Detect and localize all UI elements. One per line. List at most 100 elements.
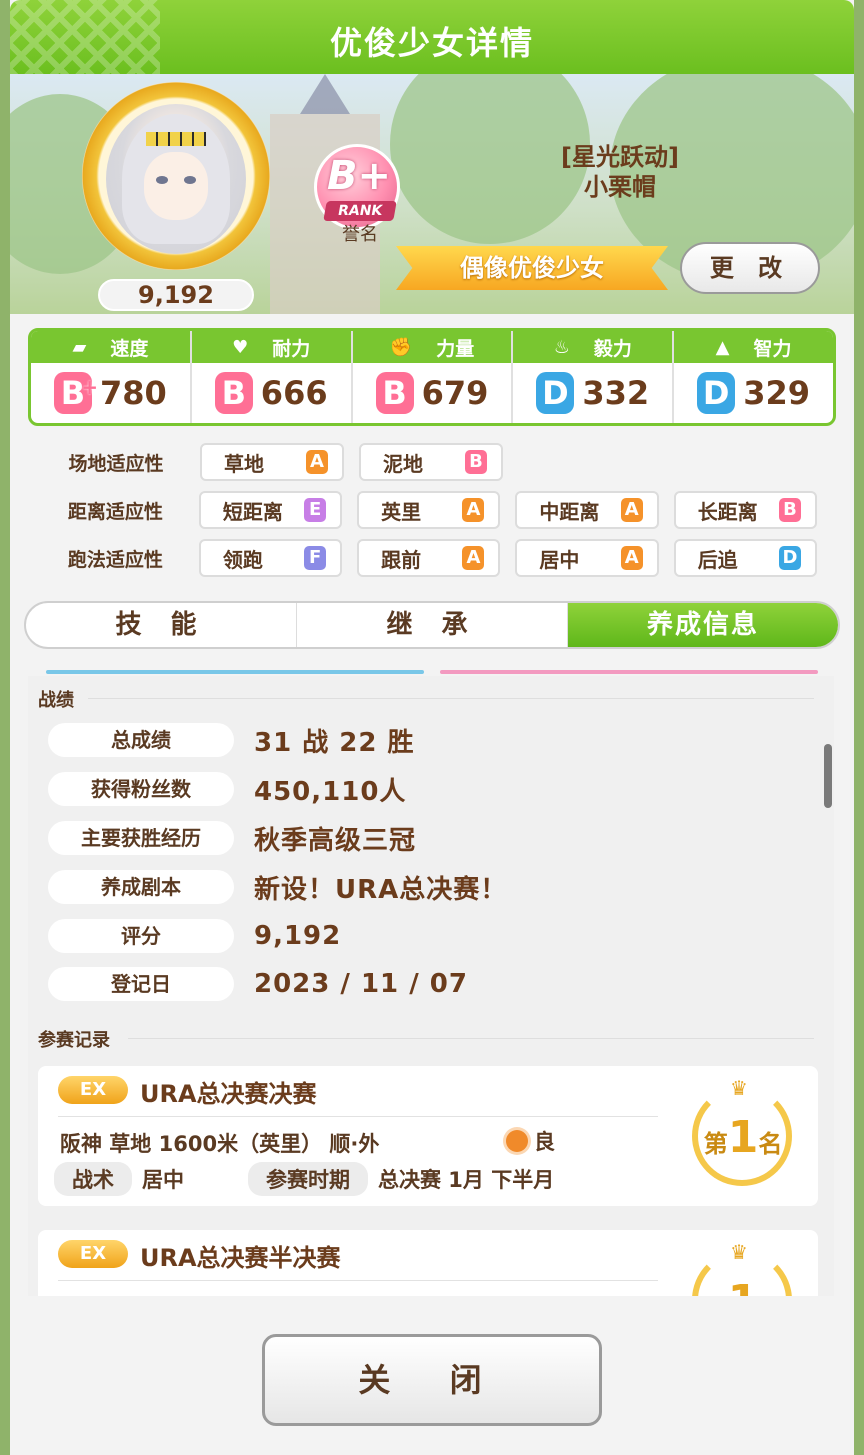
record-key: 主要获胜经历 (48, 821, 234, 855)
stat-guts: ♨ 毅力 D 332 (513, 331, 675, 423)
close-button[interactable]: 关 闭 (262, 1334, 602, 1426)
period-label: 参赛时期 (248, 1162, 368, 1196)
aptitude-grade: E (304, 498, 327, 522)
profile-banner: 9,192 B+ RANK 誉名 [星光跃动] 小栗帽 偶像优俊少女 更 改 (10, 74, 854, 314)
race-name: URA总决赛半决赛 (140, 1244, 341, 1272)
eye-left (156, 176, 168, 184)
record-row: 登记日 2023 / 11 / 07 (48, 966, 808, 1002)
training-info-content[interactable]: 战绩 总成绩 31 战 22 胜 获得粉丝数 450,110人 主要获胜经历 秋季高级… (28, 676, 834, 1296)
rank-caption: 誉名 (342, 224, 378, 245)
shoe-icon: ▰ (72, 336, 87, 358)
stat-value: 666 (260, 374, 328, 412)
tab-inheritance[interactable]: 继 承 (297, 603, 568, 647)
detail-panel: 优俊少女详情 9,192 B+ RANK 誉名 [星光跃动] 小栗帽 偶像优俊少… (10, 0, 854, 1455)
record-value: 新设！URA总决赛！ (254, 874, 508, 905)
tactic-label: 战术 (54, 1162, 132, 1196)
stat-body: B 679 (353, 363, 512, 423)
aptitude-label: 距离适应性 (67, 500, 163, 523)
record-value: 31 战 22 胜 (254, 727, 415, 758)
stat-header: ▲ 智力 (674, 331, 833, 363)
aptitude-cell: 长距离 B (673, 491, 817, 529)
stat-header: ♥ 耐力 (191, 331, 351, 363)
section-divider (88, 698, 814, 699)
record-key: 养成剧本 (48, 870, 234, 904)
stat-label: 毅力 (593, 337, 632, 360)
title-ribbon: 偶像优俊少女 (396, 246, 668, 290)
stat-label: 速度 (110, 337, 149, 360)
rank-badge: B+ RANK (314, 144, 400, 230)
tab-bar: 技 能 继 承 养成信息 (24, 601, 840, 649)
stat-body: B +780 (31, 363, 190, 423)
aptitude-cell: 后追 D (673, 539, 817, 577)
aptitude-label: 跑法适应性 (67, 548, 163, 571)
aptitude-row-style: 跑法适应性 领跑 F 跟前 A 居中 A 后追 D (32, 538, 832, 578)
aptitude-cell: 草地 A (200, 443, 344, 481)
ex-badge: EX (58, 1240, 128, 1268)
tab-skills[interactable]: 技 能 (26, 603, 297, 647)
record-row: 主要获胜经历 秋季高级三冠 (48, 820, 808, 856)
record-value: 450,110人 (254, 776, 407, 807)
record-key: 评分 (48, 919, 234, 953)
scrollbar[interactable] (824, 744, 832, 808)
aptitude-label: 场地适应性 (68, 452, 164, 475)
portrait-art (106, 104, 246, 254)
stat-body: D 332 (513, 363, 672, 423)
aptitude-cell: 中距离 A (515, 491, 659, 529)
placement-text: 第1名 (703, 1112, 783, 1163)
stat-grade: D (697, 372, 736, 414)
stat-wisdom: ▲ 智力 D 329 (674, 331, 833, 423)
record-key: 登记日 (48, 967, 234, 1001)
aptitude-row-track: 场地适应性 草地 A 泥地 B (32, 442, 832, 482)
stat-value: 329 (743, 374, 810, 412)
stat-value: 332 (582, 374, 650, 412)
stats-panel: ▰ 速度 B +780 ♥ 耐力 B 666 ✊ 力量 B 679 ♨ 毅力 D 332 ▲ 智力… (28, 328, 836, 426)
aptitude-grade: F (304, 546, 327, 570)
record-row: 评分 9,192 (48, 918, 808, 954)
section-title-races: 参赛记录 (38, 1030, 110, 1051)
stat-header: ♨ 毅力 (513, 331, 673, 363)
stat-grade: B + (54, 372, 98, 414)
record-value: 2023 / 11 / 07 (254, 969, 468, 999)
stat-speed: ▰ 速度 B +780 (31, 331, 192, 423)
tab-training-info[interactable]: 养成信息 (568, 603, 838, 647)
aptitude-grade: B (465, 450, 487, 474)
character-portrait[interactable] (82, 82, 270, 270)
placement-text: 1 (688, 1276, 798, 1296)
race-separator (58, 1116, 658, 1117)
record-key: 获得粉丝数 (48, 772, 234, 806)
stat-grade-plus: + (81, 375, 98, 399)
change-button[interactable]: 更 改 (680, 242, 820, 294)
rank-label: RANK (323, 201, 397, 221)
divider-blue (46, 670, 424, 674)
stat-body: B 666 (192, 363, 351, 423)
record-value: 9,192 (254, 921, 342, 951)
aptitude-cell: 居中 A (515, 539, 659, 577)
tactic-value: 居中 (142, 1168, 184, 1192)
placement-badge: ♛ 第1名 (688, 1076, 798, 1186)
record-value: 秋季高级三冠 (254, 825, 417, 856)
race-tags: 战术 居中 参赛时期 总决赛 1月 下半月 (54, 1162, 554, 1196)
aptitude-grade: A (620, 546, 643, 570)
aptitude-cell: 泥地 B (359, 443, 503, 481)
eye-right (184, 176, 196, 184)
face-shape (144, 152, 208, 220)
track-condition: 良 (534, 1130, 555, 1154)
stat-header: ▰ 速度 (31, 331, 190, 363)
rank-grade: B+ (327, 153, 392, 199)
record-row: 获得粉丝数 450,110人 (48, 771, 808, 807)
race-card[interactable]: EX URA总决赛决赛 阪神 草地 1600米（英里） 顺·外 良 战术 居中 … (38, 1066, 818, 1206)
sun-icon (506, 1130, 528, 1152)
stat-body: D 329 (674, 363, 833, 423)
divider-pink (440, 670, 818, 674)
aptitude-row-distance: 距离适应性 短距离 E 英里 A 中距离 A 长距离 B (32, 490, 832, 530)
stat-grade: B (214, 372, 253, 414)
score-pill: 9,192 (98, 279, 254, 311)
flame-icon: ♨ (553, 336, 570, 358)
ex-badge: EX (58, 1076, 128, 1104)
record-key: 总成绩 (48, 723, 234, 757)
stat-stamina: ♥ 耐力 B 666 (191, 331, 353, 423)
stat-label: 耐力 (272, 337, 311, 360)
race-card[interactable]: EX URA总决赛半决赛 ♛ 1 (38, 1230, 818, 1296)
aptitude-grade: A (462, 546, 485, 570)
footer: 关 闭 (10, 1296, 854, 1455)
